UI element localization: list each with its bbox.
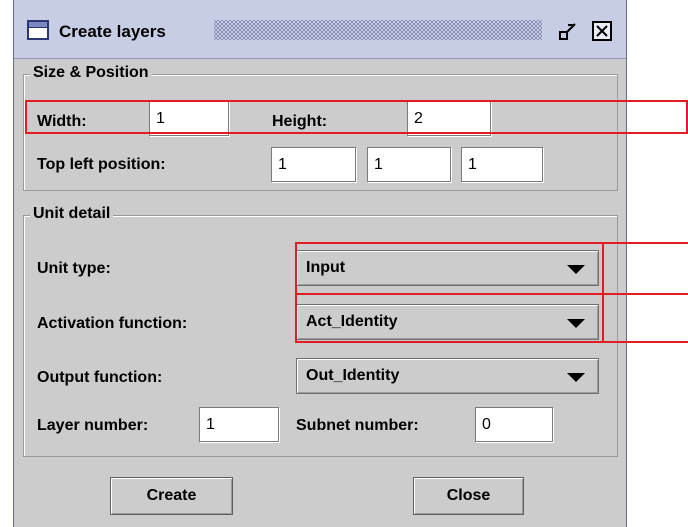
minimize-icon[interactable]	[558, 21, 578, 41]
close-button[interactable]: Close	[413, 477, 524, 515]
unit-detail-title: Unit detail	[30, 205, 114, 223]
highlight-line	[604, 341, 688, 343]
top-left-y-field[interactable]: 1	[367, 147, 451, 182]
close-icon[interactable]	[592, 21, 612, 41]
highlight-unit-type	[295, 242, 604, 295]
output-function-value: Out_Identity	[306, 367, 400, 384]
top-left-x-field[interactable]: 1	[271, 147, 356, 182]
subnet-number-label: Subnet number:	[296, 417, 419, 434]
title-bar[interactable]: Create layers	[14, 0, 626, 59]
highlight-line	[604, 293, 688, 295]
top-left-position-label: Top left position:	[37, 156, 166, 173]
window-icon	[27, 20, 49, 40]
subnet-number-field[interactable]: 0	[475, 407, 553, 442]
chevron-down-icon	[567, 373, 585, 382]
output-function-label: Output function:	[37, 369, 163, 386]
create-button[interactable]: Create	[110, 477, 233, 515]
size-position-title: Size & Position	[30, 64, 152, 82]
layer-number-label: Layer number:	[37, 417, 149, 434]
output-function-select[interactable]: Out_Identity	[296, 358, 599, 394]
layer-number-field[interactable]: 1	[199, 407, 279, 442]
title-bar-grip[interactable]	[214, 20, 542, 40]
window-title: Create layers	[59, 22, 166, 41]
highlight-size-row	[25, 100, 688, 134]
unit-type-label: Unit type:	[37, 260, 111, 277]
activation-function-label: Activation function:	[37, 315, 188, 332]
top-left-z-field[interactable]: 1	[461, 147, 543, 182]
highlight-line	[604, 242, 688, 244]
highlight-activation-function	[295, 293, 604, 343]
